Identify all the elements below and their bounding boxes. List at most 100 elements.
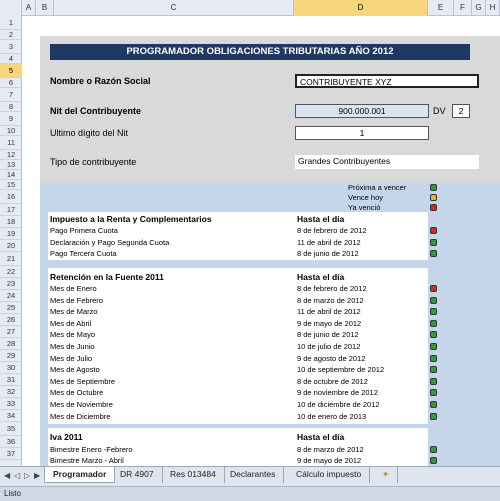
worksheet[interactable]: PROGRAMADOR OBLIGACIONES TRIBUTARIAS AÑO… <box>22 16 500 466</box>
tab-declarantes[interactable]: Declarantes <box>222 467 285 483</box>
row-header-12[interactable]: 12 <box>0 150 22 160</box>
dv-field[interactable]: 2 <box>452 104 470 118</box>
last-digit-field[interactable]: 1 <box>295 126 429 140</box>
retencion-item-label: Mes de Enero <box>50 284 97 293</box>
row-header-34[interactable]: 34 <box>0 410 22 422</box>
tab-programador[interactable]: Programador <box>44 467 116 483</box>
row-header-15[interactable]: 15 <box>0 180 22 190</box>
row-header-19[interactable]: 19 <box>0 228 22 240</box>
row-header-25[interactable]: 25 <box>0 302 22 314</box>
retencion-item-label: Mes de Julio <box>50 353 93 363</box>
tab-calculo-impuesto[interactable]: Cálculo impuesto <box>288 467 371 483</box>
retencion-item-label: Mes de Abril <box>50 318 92 328</box>
row-header-28[interactable]: 28 <box>0 338 22 350</box>
legend-expired-label: Ya venció <box>348 203 381 212</box>
tab-dr-4907[interactable]: DR 4907 <box>112 467 163 483</box>
renta-title: Impuesto a la Renta y Complementarios <box>50 214 212 224</box>
row-header-30[interactable]: 30 <box>0 362 22 374</box>
retencion-status-indicator <box>430 296 437 304</box>
row-header-21[interactable]: 21 <box>0 252 22 266</box>
row-header-11[interactable]: 11 <box>0 136 22 150</box>
renta-item-label: Pago Tercera Cuota <box>50 249 117 258</box>
renta-item-date: 8 de junio de 2012 <box>297 249 359 258</box>
row-header-33[interactable]: 33 <box>0 398 22 410</box>
row-header-36[interactable]: 36 <box>0 436 22 448</box>
retencion-item-label: Mes de Febrero <box>50 295 103 305</box>
column-header-b[interactable]: B <box>36 0 54 16</box>
row-header-9[interactable]: 9 <box>0 112 22 126</box>
column-header-d[interactable]: D <box>294 0 428 16</box>
iva-item-date: 9 de mayo de 2012 <box>297 456 362 465</box>
nit-label: Nit del Contribuyente <box>50 106 142 116</box>
type-field[interactable]: Grandes Contribuyentes <box>295 155 479 169</box>
column-header-c[interactable]: C <box>54 0 294 16</box>
column-header-g[interactable]: G <box>472 0 486 16</box>
retencion-item-date: 10 de enero de 2013 <box>297 411 367 421</box>
row-header-37[interactable]: 37 <box>0 448 22 460</box>
row-header-2[interactable]: 2 <box>0 30 22 40</box>
dv-label: DV <box>433 106 446 116</box>
row-header-1[interactable]: 1 <box>0 16 22 30</box>
renta-status-indicator <box>430 250 437 257</box>
renta-status-indicator <box>430 238 437 246</box>
row-header-22[interactable]: 22 <box>0 266 22 278</box>
retencion-status-indicator <box>430 343 437 350</box>
retencion-item-date: 11 de abril de 2012 <box>297 307 361 317</box>
iva-status-indicator <box>430 446 437 453</box>
row-header-8[interactable]: 8 <box>0 102 22 112</box>
retencion-item-date: 10 de septiembre de 2012 <box>297 365 385 375</box>
row-header-24[interactable]: 24 <box>0 290 22 302</box>
row-header-7[interactable]: 7 <box>0 88 22 102</box>
column-header-e[interactable]: E <box>428 0 454 16</box>
row-header-20[interactable]: 20 <box>0 240 22 252</box>
row-header-26[interactable]: 26 <box>0 314 22 326</box>
retencion-item-label: Mes de Marzo <box>50 307 98 317</box>
retencion-item-date: 10 de julio de 2012 <box>297 342 361 351</box>
last-sheet-arrow-icon[interactable]: ▶ <box>34 471 40 480</box>
name-field[interactable]: CONTRIBUYENTE XYZ <box>295 74 479 88</box>
column-header-f[interactable]: F <box>454 0 472 16</box>
retencion-status-indicator <box>430 308 437 316</box>
renta-item-date: 8 de febrero de 2012 <box>297 226 367 235</box>
row-header-18[interactable]: 18 <box>0 216 22 228</box>
row-header-29[interactable]: 29 <box>0 350 22 362</box>
retencion-item-date: 9 de mayo de 2012 <box>297 318 362 328</box>
row-header-14[interactable]: 14 <box>0 170 22 180</box>
retencion-status-indicator <box>430 412 437 420</box>
row-header-5[interactable]: 5 <box>0 64 22 78</box>
iva-item-label: Bimestre Enero -Febrero <box>50 445 133 454</box>
retencion-item-label: Mes de Junio <box>50 342 95 351</box>
row-header-13[interactable]: 13 <box>0 160 22 170</box>
status-text: Listo <box>4 489 21 498</box>
retencion-item-date: 8 de octubre de 2012 <box>297 376 368 386</box>
renta-item-label: Declaración y Pago Segunda Cuota <box>50 237 170 247</box>
legend-red-indicator <box>430 204 437 211</box>
next-sheet-arrow-icon[interactable]: ▷ <box>24 471 30 480</box>
column-header-a[interactable]: A <box>22 0 36 16</box>
retencion-item-label: Mes de Agosto <box>50 365 100 375</box>
iva-title: Iva 2011 <box>50 432 83 442</box>
row-header-4[interactable]: 4 <box>0 54 22 64</box>
tab-res-013484[interactable]: Res 013484 <box>162 467 225 483</box>
row-header-10[interactable]: 10 <box>0 126 22 136</box>
row-header-31[interactable]: 31 <box>0 374 22 386</box>
column-header-h[interactable]: H <box>486 0 500 16</box>
row-header-16[interactable]: 16 <box>0 190 22 204</box>
insert-sheet-icon[interactable]: ✦ <box>374 467 399 483</box>
prev-sheet-arrow-icon[interactable]: ◁ <box>14 471 20 480</box>
retencion-status-indicator <box>430 319 437 327</box>
row-header-32[interactable]: 32 <box>0 386 22 398</box>
row-header-bar: 1 2 3 4 5 6 7 8 9 10 11 12 13 14 15 16 17 18 19 20 21 22 23 24 2… <box>0 16 22 466</box>
row-header-17[interactable]: 17 <box>0 204 22 216</box>
row-header-6[interactable]: 6 <box>0 78 22 88</box>
first-sheet-arrow-icon[interactable]: ◀ <box>4 471 10 480</box>
retencion-item-date: 10 de diciembre de 2012 <box>297 400 380 409</box>
row-header-35[interactable]: 35 <box>0 422 22 436</box>
nit-field[interactable]: 900.000.001 <box>295 104 429 118</box>
legend-yellow-indicator <box>430 194 437 201</box>
select-all-corner[interactable] <box>0 0 22 16</box>
row-header-3[interactable]: 3 <box>0 40 22 54</box>
row-header-27[interactable]: 27 <box>0 326 22 338</box>
retencion-status-indicator <box>430 401 437 408</box>
row-header-23[interactable]: 23 <box>0 278 22 290</box>
